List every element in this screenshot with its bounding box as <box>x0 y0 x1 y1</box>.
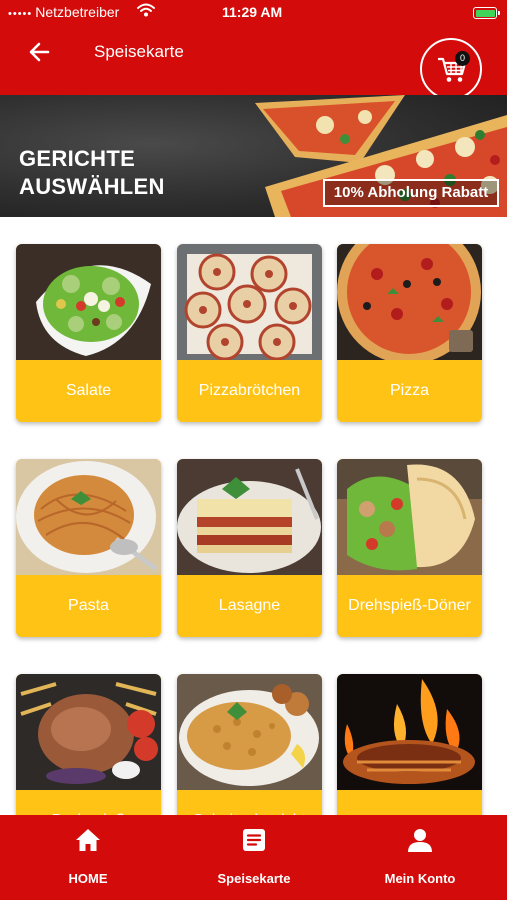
category-card-drehspiess[interactable]: Drehspieß <box>16 674 161 815</box>
nav-speisekarte[interactable]: Speisekarte <box>184 815 324 900</box>
home-icon <box>76 829 100 851</box>
category-card-lasagne[interactable]: Lasagne <box>177 459 322 637</box>
nav-home[interactable]: HOME <box>18 815 158 900</box>
banner-headline-line2: AUSWÄHLEN <box>19 174 165 199</box>
category-card-salate[interactable]: Salate <box>16 244 161 422</box>
promo-banner: GERICHTE AUSWÄHLEN 10% Abholung Rabatt <box>0 95 507 217</box>
category-card-grill[interactable] <box>337 674 482 815</box>
category-label: Pasta <box>16 575 161 637</box>
carrier-name: ••••• Netzbetreiber <box>8 4 120 20</box>
grill-fire-photo <box>337 674 482 790</box>
cart-count-badge: 0 <box>455 51 470 66</box>
cart-button[interactable]: 0 <box>420 38 482 100</box>
menu-list-icon <box>243 829 265 851</box>
arrow-left-icon <box>29 42 50 62</box>
salad-photo <box>16 244 161 360</box>
app-header: ••••• Netzbetreiber 11:29 AM Speisekarte … <box>0 0 507 100</box>
nav-label-home: HOME <box>68 871 108 886</box>
category-label: Salate <box>16 360 161 422</box>
category-grid: Salate Pizzabrötchen Pizza Pasta Lasagne… <box>0 217 507 815</box>
category-card-doener[interactable]: Drehspieß-Döner <box>337 459 482 637</box>
category-label: Drehspieß-Döner <box>337 575 482 637</box>
banner-headline: GERICHTE AUSWÄHLEN <box>19 145 165 201</box>
user-icon <box>408 829 432 852</box>
category-label: Schnitzelgericht <box>177 790 322 815</box>
doner-kebab-photo <box>337 459 482 575</box>
wifi-icon <box>137 3 155 20</box>
category-card-pizzabroetchen[interactable]: Pizzabrötchen <box>177 244 322 422</box>
status-bar: ••••• Netzbetreiber 11:29 AM <box>0 0 507 26</box>
page-title: Speisekarte <box>94 42 184 61</box>
battery-icon <box>473 7 500 19</box>
nav-label-mein-konto: Mein Konto <box>384 871 456 886</box>
category-label <box>337 790 482 815</box>
category-label: Pizza <box>337 360 482 422</box>
doner-plate-photo <box>16 674 161 790</box>
nav-mein-konto[interactable]: Mein Konto <box>350 815 490 900</box>
nav-label-speisekarte: Speisekarte <box>217 871 291 886</box>
banner-headline-line1: GERICHTE <box>19 146 136 171</box>
category-card-pasta[interactable]: Pasta <box>16 459 161 637</box>
back-button[interactable] <box>26 38 54 66</box>
spaghetti-photo <box>16 459 161 575</box>
category-label: Drehspieß <box>16 790 161 815</box>
pizza-rolls-photo <box>177 244 322 360</box>
schnitzel-photo <box>177 674 322 790</box>
lasagne-photo <box>177 459 322 575</box>
pizza-photo <box>337 244 482 360</box>
category-card-pizza[interactable]: Pizza <box>337 244 482 422</box>
status-time: 11:29 AM <box>222 4 283 20</box>
discount-badge: 10% Abholung Rabatt <box>323 179 499 207</box>
category-card-schnitzel[interactable]: Schnitzelgericht <box>177 674 322 815</box>
bottom-navigation: HOME Speisekarte Mein Konto <box>0 815 507 900</box>
category-label: Pizzabrötchen <box>177 360 322 422</box>
category-label: Lasagne <box>177 575 322 637</box>
